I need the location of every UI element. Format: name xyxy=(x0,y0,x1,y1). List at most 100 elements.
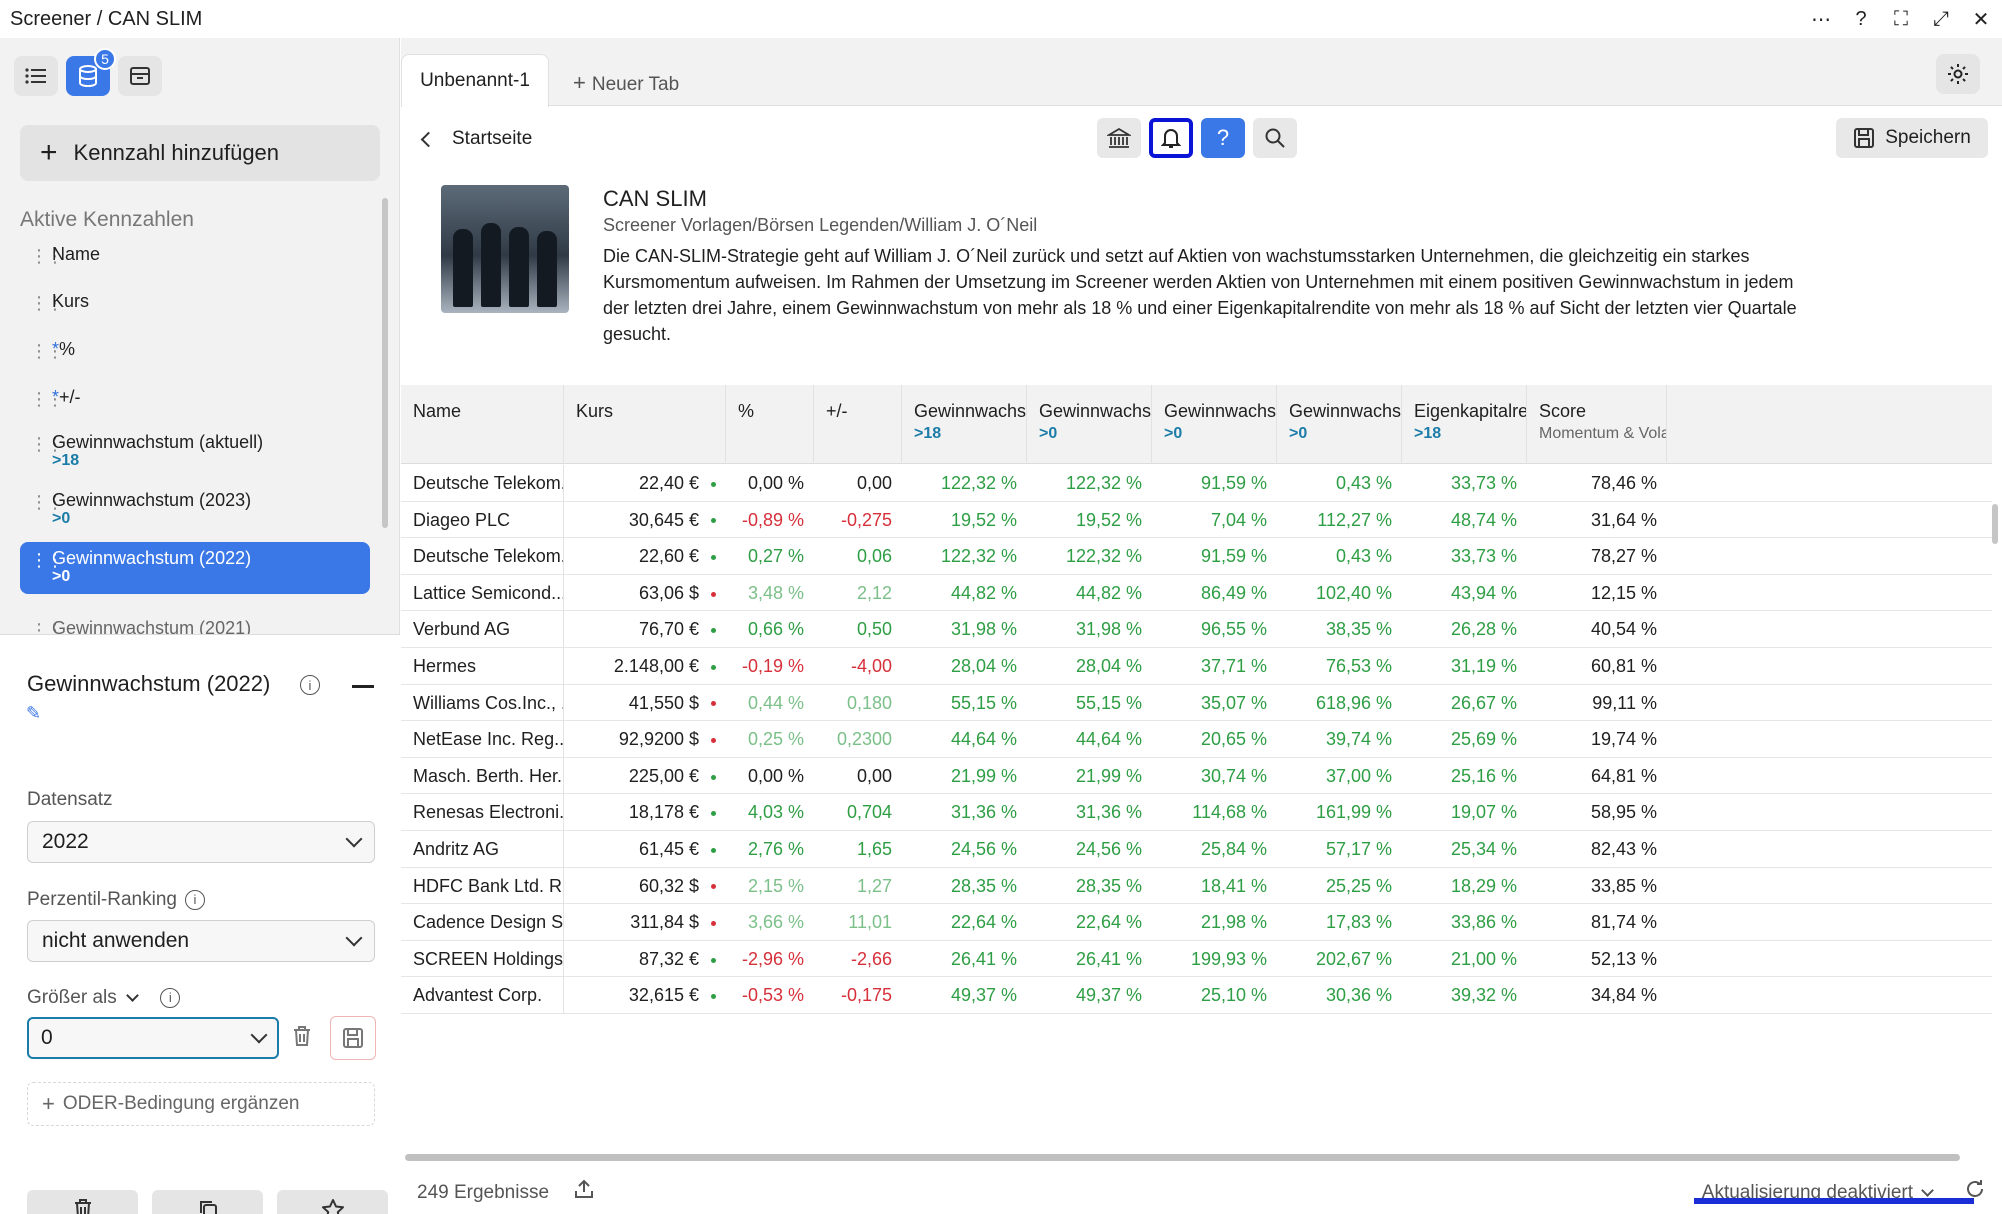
drag-handle-icon[interactable]: ⋮⋮ xyxy=(30,620,64,634)
drag-handle-icon[interactable]: ⋮⋮ xyxy=(30,293,64,313)
metric-item[interactable]: ⋮⋮ Name xyxy=(20,244,370,266)
chevron-down-icon[interactable] xyxy=(126,989,139,1002)
column-header[interactable]: Score Momentum & Volatilität xyxy=(1527,385,1667,464)
cell-value: 21,99 % xyxy=(1075,765,1142,786)
info-icon[interactable]: i xyxy=(184,889,205,910)
table-row[interactable]: Deutsche Telekom... 22,40 € 0,00 % 0,00 122,… xyxy=(401,465,1992,502)
column-header[interactable]: Kurs xyxy=(564,385,726,464)
table-row[interactable]: Masch. Berth. Her... 225,00 € 0,00 % 0,00 21… xyxy=(401,757,1992,795)
table-row[interactable]: Lattice Semicond... 63,06 $ 3,48 % 2,12 44,8… xyxy=(401,574,1992,612)
column-header[interactable]: Gewinnwachstum >18 xyxy=(902,385,1027,464)
alert-button[interactable] xyxy=(1149,118,1193,158)
search-button[interactable] xyxy=(1253,118,1297,158)
more-icon[interactable]: ⋯ xyxy=(1810,7,1832,32)
duplicate-button[interactable] xyxy=(152,1190,263,1214)
archive-button[interactable] xyxy=(118,56,162,96)
table-row[interactable]: HDFC Bank Ltd. R... 60,32 $ 2,15 % 1,27 28,3… xyxy=(401,867,1992,905)
exchange-status-dot xyxy=(711,847,716,853)
cell-value: 96,55 % xyxy=(1200,619,1267,640)
table-row[interactable]: NetEase Inc. Reg.... 92,9200 $ 0,25 % 0,230… xyxy=(401,721,1992,758)
bank-button[interactable] xyxy=(1097,118,1141,158)
save-button[interactable]: Speichern xyxy=(1836,118,1988,158)
table-row[interactable]: Deutsche Telekom... 22,60 € 0,27 % 0,06 122,… xyxy=(401,538,1992,575)
settings-button[interactable] xyxy=(1936,54,1980,94)
metric-item[interactable]: ⋮⋮ Gewinnwachstum (2021) xyxy=(20,618,370,634)
help-icon[interactable]: ? xyxy=(1850,8,1872,31)
back-link[interactable]: Startseite xyxy=(420,128,532,150)
column-title: Gewinnwachstum xyxy=(1039,401,1152,421)
metric-item[interactable]: ⋮⋮ Gewinnwachstum (aktuell) >18 xyxy=(20,432,370,470)
trash-icon xyxy=(74,1199,91,1214)
column-header[interactable]: Gewinnwachstum >0 xyxy=(1027,385,1152,464)
table-row[interactable]: Renesas Electroni... 18,178 € 4,03 % 0,704 3… xyxy=(401,794,1992,831)
list-view-button[interactable] xyxy=(14,56,58,96)
chevron-down-icon xyxy=(345,929,363,947)
table-row[interactable]: Verbund AG 76,70 € 0,66 % 0,50 31,98 % 31,98 … xyxy=(401,611,1992,648)
add-metric-button[interactable]: + Kennzahl hinzufügen xyxy=(20,125,380,181)
close-icon[interactable]: ✕ xyxy=(1970,7,1992,32)
column-header[interactable]: Gewinnwachstum >0 xyxy=(1277,385,1402,464)
column-header[interactable]: Name xyxy=(401,385,564,464)
metric-item-selected[interactable]: ⋮⋮ Gewinnwachstum (2022) >0 xyxy=(20,542,370,594)
metric-item[interactable]: ⋮⋮ *% xyxy=(20,339,370,361)
cell-value: 24,56 % xyxy=(1075,839,1142,859)
value-cell: 20,65 % xyxy=(1152,721,1277,757)
metric-item[interactable]: ⋮⋮ Gewinnwachstum (2023) >0 xyxy=(20,490,370,528)
value-cell: 19,07 % xyxy=(1402,794,1527,830)
save-condition-button[interactable] xyxy=(330,1016,376,1060)
drag-handle-icon[interactable]: ⋮⋮ xyxy=(30,550,64,570)
add-metric-label: Kennzahl hinzufügen xyxy=(73,140,280,165)
table-row[interactable]: Hermes 2.148,00 € -0,19 % -4,00 28,04 % 28,04… xyxy=(401,648,1992,685)
database-button[interactable]: 5 xyxy=(66,48,116,96)
window-title: Screener / CAN SLIM xyxy=(10,7,203,30)
collapse-icon[interactable] xyxy=(352,685,374,688)
value-cell: 44,82 % xyxy=(1027,575,1152,611)
add-or-condition-button[interactable]: + ODER-Bedingung ergänzen xyxy=(27,1082,375,1126)
table-row[interactable]: Advantest Corp. 32,615 € -0,53 % -0,175 49,3… xyxy=(401,977,1992,1014)
compare-value-input[interactable]: 0 xyxy=(27,1017,279,1059)
new-tab-button[interactable]: + Neuer Tab xyxy=(573,70,679,96)
column-header[interactable]: % xyxy=(726,385,814,464)
table-row[interactable]: Williams Cos.Inc., ... 41,550 $ 0,44 % 0,18… xyxy=(401,684,1992,722)
drag-handle-icon[interactable]: ⋮⋮ xyxy=(30,341,64,361)
info-icon[interactable]: i xyxy=(300,675,320,695)
column-header[interactable]: Eigenkapitalrendite >18 xyxy=(1402,385,1527,464)
table-row[interactable]: Andritz AG 61,45 € 2,76 % 1,65 24,56 % 24,56 … xyxy=(401,831,1992,868)
value-cell: 122,32 % xyxy=(902,538,1027,574)
metric-item[interactable]: ⋮⋮ Kurs xyxy=(20,291,370,313)
trash-icon[interactable] xyxy=(292,1025,312,1053)
table-row[interactable]: SCREEN Holdings ... 87,32 € -2,96 % -2,66 26… xyxy=(401,940,1992,978)
metric-item[interactable]: ⋮⋮ *+/- xyxy=(20,387,370,409)
dataset-select[interactable]: 2022 xyxy=(27,821,375,863)
info-icon[interactable]: i xyxy=(160,987,181,1008)
percentile-select[interactable]: nicht anwenden xyxy=(27,920,375,962)
favorite-button[interactable] xyxy=(277,1190,388,1214)
drag-handle-icon[interactable]: ⋮⋮ xyxy=(30,389,64,409)
maximize-icon[interactable]: ⛶ xyxy=(1890,8,1912,31)
drag-handle-icon[interactable]: ⋮⋮ xyxy=(30,246,64,266)
help-button[interactable]: ? xyxy=(1201,118,1245,158)
metric-list-scrollbar[interactable] xyxy=(382,198,388,528)
column-header[interactable]: Gewinnwachstum >0 xyxy=(1152,385,1277,464)
column-header[interactable]: +/- xyxy=(814,385,902,464)
popout-icon[interactable]: ⤢ xyxy=(1930,8,1952,31)
value-cell: 28,04 % xyxy=(1027,648,1152,684)
pencil-icon[interactable]: ✎ xyxy=(26,703,41,724)
cell-value: 87,32 € xyxy=(638,948,699,969)
value-cell: 28,35 % xyxy=(1027,868,1152,904)
table-row[interactable]: Diageo PLC 30,645 € -0,89 % -0,275 19,52 % 19… xyxy=(401,501,1992,539)
export-button[interactable] xyxy=(573,1178,595,1205)
column-title: Eigenkapitalrendite xyxy=(1414,401,1527,421)
table-vertical-scrollbar[interactable] xyxy=(1992,504,1998,544)
table-horizontal-scrollbar[interactable] xyxy=(405,1154,1960,1161)
cell-value: 76,53 % xyxy=(1325,656,1392,676)
compare-operator[interactable]: Größer als xyxy=(27,987,117,1008)
column-condition: >0 xyxy=(1164,425,1183,442)
delete-button[interactable] xyxy=(27,1190,138,1214)
drag-handle-icon[interactable]: ⋮⋮ xyxy=(30,492,64,512)
metric-label: Kurs xyxy=(52,291,90,311)
value-cell: 52,13 % xyxy=(1527,941,1667,977)
drag-handle-icon[interactable]: ⋮⋮ xyxy=(30,434,64,454)
table-row[interactable]: Cadence Design S... 311,84 $ 3,66 % 11,01 22… xyxy=(401,904,1992,941)
tab-unbenannt-1[interactable]: Unbenannt-1 xyxy=(401,54,549,107)
